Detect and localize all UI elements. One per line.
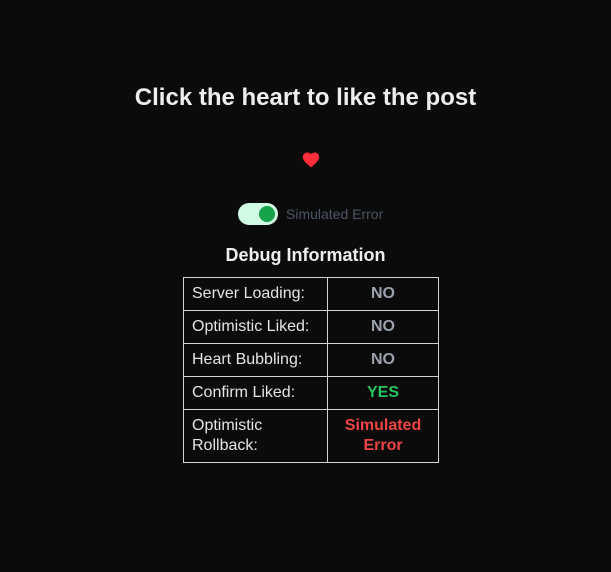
- toggle-knob: [259, 206, 275, 222]
- debug-key: Heart Bubbling:: [183, 343, 328, 377]
- debug-key: Server Loading:: [183, 277, 328, 311]
- debug-value: NO: [327, 277, 439, 311]
- debug-key: Optimistic Rollback:: [183, 409, 328, 463]
- simulated-error-toggle[interactable]: [238, 203, 278, 225]
- table-row: Heart Bubbling: NO: [183, 343, 439, 377]
- toggle-label: Simulated Error: [286, 206, 384, 222]
- debug-value: NO: [327, 310, 439, 344]
- page-title: Click the heart to like the post: [134, 84, 477, 111]
- table-row: Optimistic Liked: NO: [183, 310, 439, 344]
- debug-value: Simulated Error: [327, 409, 439, 463]
- like-heart-button[interactable]: [300, 148, 322, 170]
- debug-value: YES: [327, 376, 439, 410]
- debug-table: Server Loading: NO Optimistic Liked: NO …: [183, 277, 439, 463]
- debug-key: Confirm Liked:: [183, 376, 328, 410]
- simulated-error-toggle-row: Simulated Error: [238, 203, 383, 225]
- debug-key: Optimistic Liked:: [183, 310, 328, 344]
- page: Click the heart to like the post Simulat…: [0, 0, 611, 572]
- table-row: Optimistic Rollback: Simulated Error: [183, 409, 439, 463]
- heart-icon: [302, 152, 320, 168]
- table-row: Server Loading: NO: [183, 277, 439, 311]
- table-row: Confirm Liked: YES: [183, 376, 439, 410]
- debug-title: Debug Information: [225, 245, 386, 265]
- debug-value: NO: [327, 343, 439, 377]
